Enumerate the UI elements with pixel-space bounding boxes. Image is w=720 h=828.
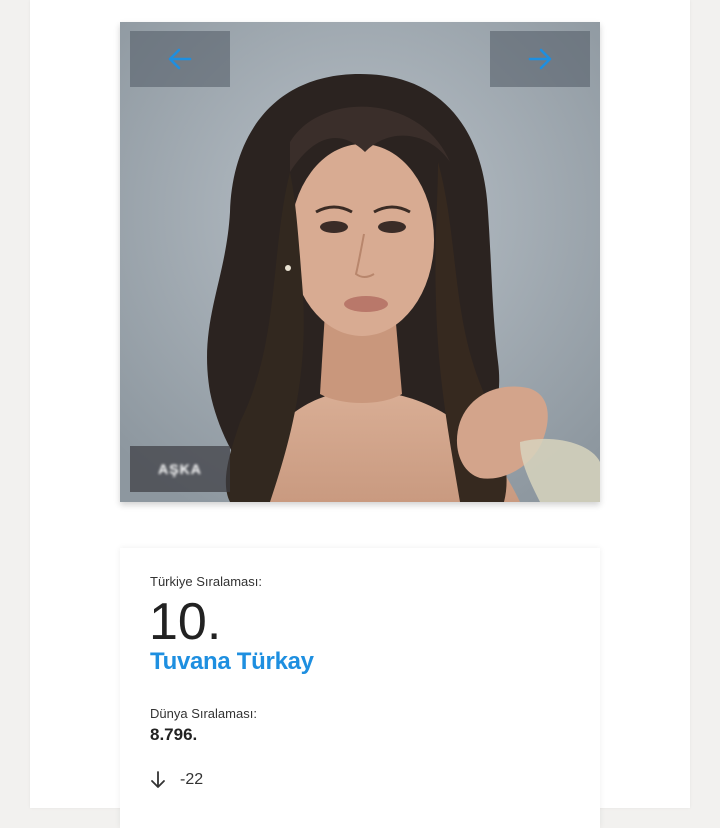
person-name-link[interactable]: Tuvana Türkay — [150, 648, 314, 676]
next-button[interactable] — [490, 31, 590, 87]
photo-caption: AŞKA — [130, 446, 230, 492]
arrow-down-icon — [151, 771, 165, 788]
ranking-card: Türkiye Sıralaması: 10. Tuvana Türkay Dü… — [120, 548, 600, 828]
rank-change-value: -22 — [180, 771, 204, 788]
photo-caption-text: AŞKA — [158, 461, 202, 477]
photo-carousel: AŞKA — [120, 22, 600, 502]
turkey-rank-value: 10. — [149, 593, 222, 651]
portrait-photo — [120, 22, 600, 502]
arrow-left-icon — [168, 48, 192, 70]
turkey-rank-label: Türkiye Sıralaması: — [150, 574, 262, 589]
content-page: AŞKA Türkiye Sıralaması: 10. Tuvana Türk… — [30, 0, 690, 828]
previous-button[interactable] — [130, 31, 230, 87]
arrow-right-icon — [528, 48, 552, 70]
rank-change: -22 — [150, 770, 203, 790]
world-rank-value: 8.796. — [150, 725, 198, 744]
world-rank-label: Dünya Sıralaması: — [150, 706, 257, 721]
